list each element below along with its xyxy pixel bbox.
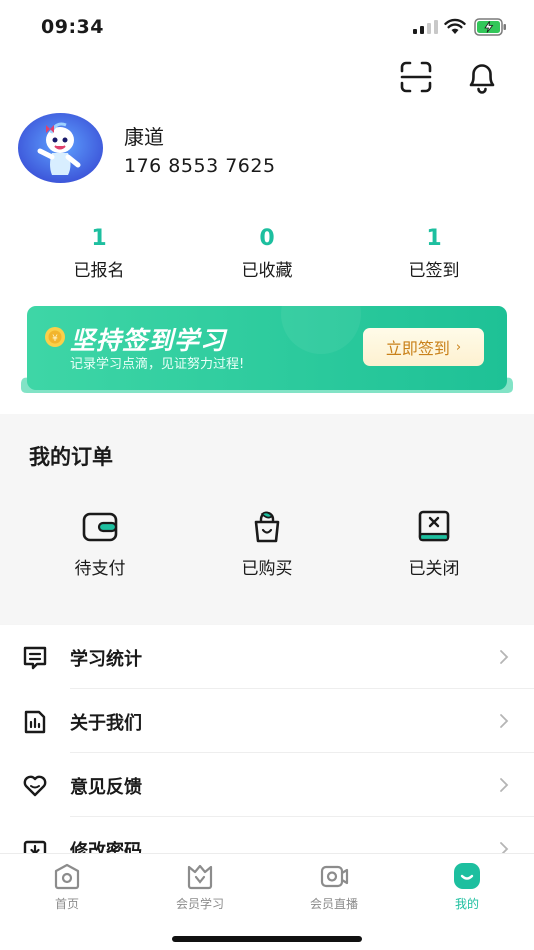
orders-title: 我的订单: [29, 445, 113, 469]
study-stats-icon: [23, 646, 47, 670]
tab-profile[interactable]: 我的: [412, 862, 522, 912]
status-time: 09:34: [41, 16, 104, 38]
stat-checked-in[interactable]: 1 已签到: [374, 226, 494, 281]
menu-item-feedback[interactable]: 意见反馈: [0, 753, 534, 817]
chevron-right-icon: [500, 842, 509, 853]
shopping-bag-icon: [254, 511, 280, 543]
wifi-icon: [444, 18, 466, 34]
menu-item-label: 学习统计: [70, 649, 142, 670]
tab-label: 会员学习: [175, 897, 224, 911]
tab-member-live[interactable]: 会员直播: [279, 862, 389, 912]
user-phone: 176 8553 7625: [124, 155, 276, 177]
menu-item-label: 关于我们: [70, 713, 142, 734]
stat-label: 已签到: [408, 261, 460, 281]
stat-registered[interactable]: 1 已报名: [39, 226, 159, 281]
settings-menu: 学习统计 关于我们 意见反馈 修改密码: [0, 625, 534, 853]
tab-label: 首页: [54, 897, 79, 911]
coin-icon: ¥: [45, 327, 65, 347]
feedback-icon: [23, 775, 47, 797]
user-name: 康道: [124, 125, 164, 149]
menu-item-about-us[interactable]: 关于我们: [0, 689, 534, 753]
chevron-right-icon: [500, 650, 509, 664]
member-study-icon: [187, 864, 213, 890]
bottom-tab-bar: 首页 会员学习 会员直播 我的: [0, 853, 534, 950]
checkin-banner[interactable]: ¥ 坚持签到学习 记录学习点滴，见证努力过程! 立即签到 ›: [21, 306, 513, 393]
tab-member-study[interactable]: 会员学习: [145, 862, 255, 912]
menu-item-label: 意见反馈: [70, 777, 142, 798]
closed-book-icon: [418, 510, 450, 542]
banner-subtitle: 记录学习点滴，见证努力过程!: [70, 357, 245, 372]
chevron-right-icon: [500, 714, 509, 728]
change-password-icon: [23, 840, 47, 853]
wallet-icon: [82, 512, 118, 542]
stat-count: 1: [91, 226, 107, 251]
order-label: 已购买: [241, 559, 293, 579]
stat-count: 1: [426, 226, 442, 251]
status-bar: 09:34: [0, 0, 534, 54]
order-label: 待支付: [74, 559, 126, 579]
stat-label: 已收藏: [241, 261, 293, 281]
stat-favorites[interactable]: 0 已收藏: [207, 226, 327, 281]
menu-item-label: 修改密码: [70, 841, 142, 853]
stat-count: 0: [259, 226, 275, 251]
order-label: 已关闭: [408, 559, 460, 579]
member-live-icon: [320, 865, 349, 888]
banner-title: 坚持签到学习: [70, 326, 227, 355]
checkin-button[interactable]: 立即签到 ›: [363, 328, 484, 366]
home-icon: [54, 863, 80, 890]
stat-label: 已报名: [73, 261, 125, 281]
home-indicator[interactable]: [172, 936, 362, 942]
menu-item-change-password[interactable]: 修改密码: [0, 817, 534, 853]
scan-icon[interactable]: [398, 59, 434, 95]
order-closed[interactable]: 已关闭: [379, 510, 489, 579]
tab-label: 会员直播: [309, 897, 358, 911]
battery-charging-icon: [474, 18, 506, 36]
chevron-right-icon: ›: [455, 339, 462, 355]
tab-label: 我的: [454, 897, 479, 911]
my-orders-section: 我的订单 待支付 已购买 已关闭: [0, 414, 534, 624]
avatar[interactable]: [18, 113, 103, 183]
menu-item-study-stats[interactable]: 学习统计: [0, 625, 534, 689]
order-purchased[interactable]: 已购买: [212, 510, 322, 579]
checkin-button-label: 立即签到: [385, 339, 450, 358]
tab-home[interactable]: 首页: [12, 862, 122, 912]
order-pending-payment[interactable]: 待支付: [45, 510, 155, 579]
chevron-right-icon: [500, 778, 509, 792]
about-us-icon: [24, 710, 46, 734]
cellular-signal-icon: [413, 20, 438, 34]
notification-bell-icon[interactable]: [464, 59, 500, 95]
profile-icon: [454, 863, 480, 889]
svg-text:¥: ¥: [52, 334, 58, 344]
profile-header-section: 09:34 康道 176 8553 7625 1 已报名 0 已收藏 1 已签到…: [0, 0, 534, 414]
